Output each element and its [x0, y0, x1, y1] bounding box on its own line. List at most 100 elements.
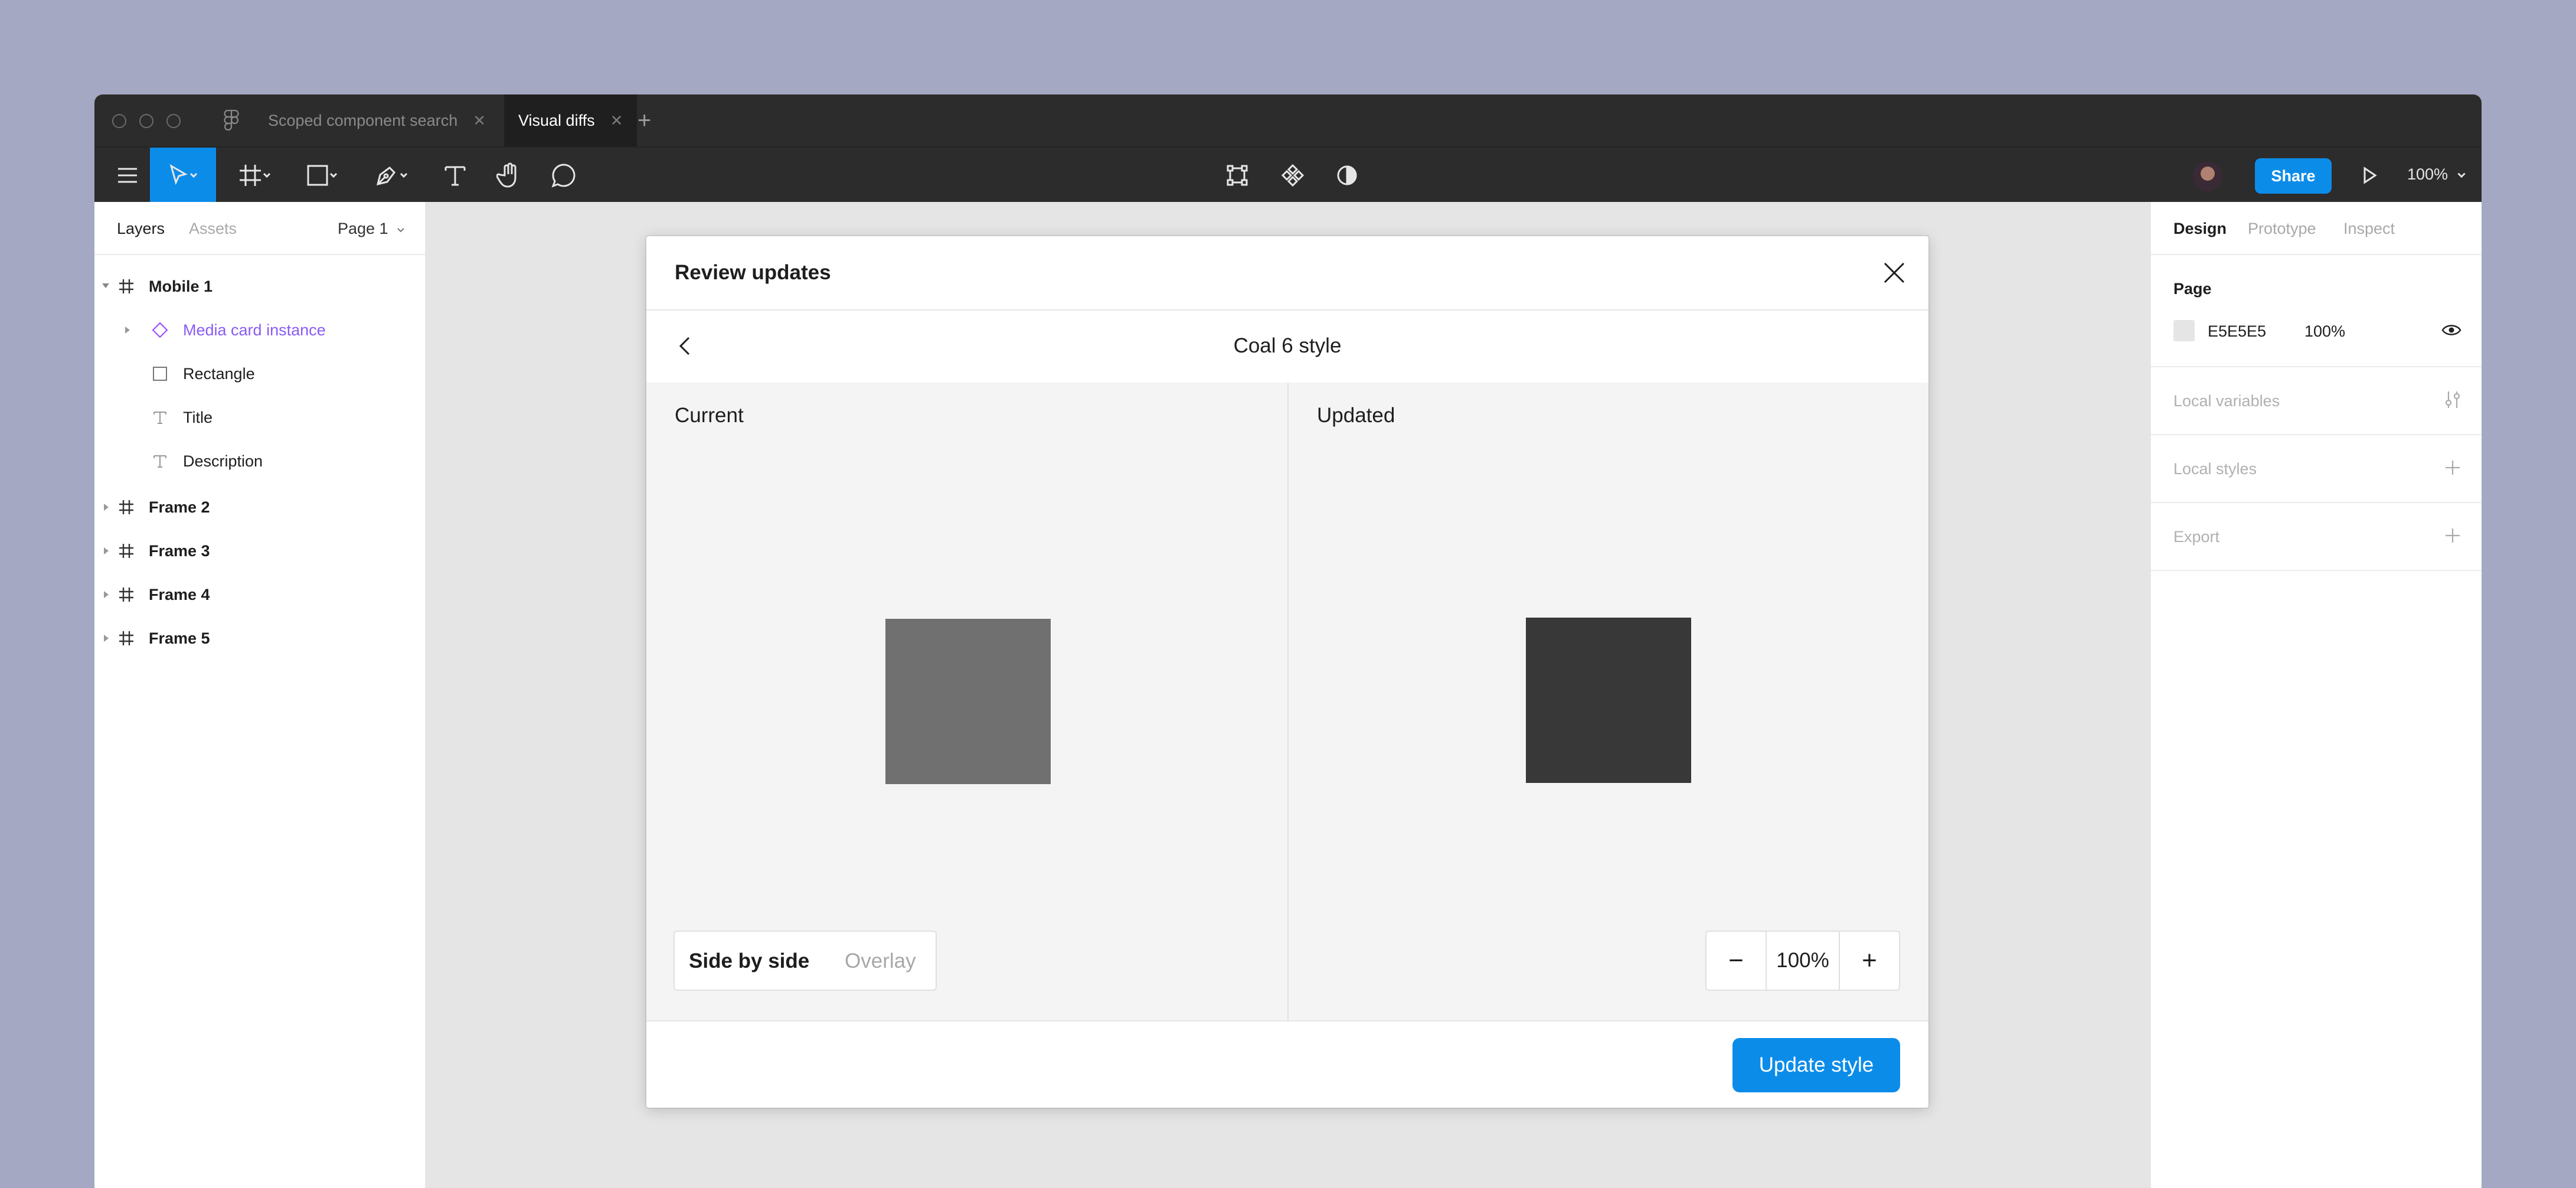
layer-title[interactable]: Title: [94, 396, 425, 439]
tab-close-icon[interactable]: ✕: [473, 112, 486, 130]
layers-panel: Layers Assets Page 1 Mobile 1 Media card…: [94, 202, 426, 1188]
component-props-button[interactable]: [1214, 148, 1261, 203]
updated-label: Updated: [1317, 404, 1395, 427]
layer-label: Frame 2: [149, 498, 210, 516]
updated-pane: Updated: [1289, 383, 1928, 1020]
tab-assets[interactable]: Assets: [189, 220, 237, 238]
overlay-option[interactable]: Overlay: [845, 949, 916, 973]
cursor-icon: [169, 164, 188, 185]
title-bar: Scoped component search ✕ Visual diffs ✕…: [94, 94, 2482, 146]
view-mode-toggle: Side by side Overlay: [674, 931, 937, 991]
layer-mobile-1[interactable]: Mobile 1: [94, 265, 425, 308]
tab-prototype[interactable]: Prototype: [2248, 220, 2316, 238]
expand-caret-right-icon[interactable]: [103, 503, 110, 511]
zoom-control: − 100% +: [1705, 931, 1900, 991]
shape-tool-button[interactable]: [292, 148, 353, 203]
text-icon: [444, 166, 466, 186]
expand-caret-down-icon[interactable]: [102, 282, 110, 289]
style-name: Coal 6 style: [1233, 334, 1342, 357]
left-panel-tabs: Layers Assets Page 1: [94, 202, 425, 255]
layer-label: Mobile 1: [149, 277, 213, 295]
layer-label: Title: [183, 408, 213, 426]
add-plus-icon[interactable]: [2444, 459, 2461, 476]
present-play-button[interactable]: [2349, 148, 2391, 203]
window-maximize-control[interactable]: [166, 114, 181, 128]
expand-caret-right-icon[interactable]: [103, 547, 110, 555]
layer-frame-4[interactable]: Frame 4: [94, 573, 425, 616]
current-swatch: [885, 619, 1051, 784]
page-color-swatch[interactable]: [2173, 320, 2195, 341]
tab-inspect[interactable]: Inspect: [2343, 220, 2395, 238]
layer-description[interactable]: Description: [94, 439, 425, 483]
close-icon[interactable]: [1881, 260, 1907, 286]
local-styles-title: Local styles: [2173, 460, 2257, 478]
main-menu-icon[interactable]: [105, 148, 150, 203]
tab-layers[interactable]: Layers: [117, 220, 165, 238]
rectangle-icon: [307, 165, 328, 186]
contrast-icon: [1337, 165, 1357, 185]
chevron-down-icon: [329, 172, 338, 178]
page-section: Page E5E5E5 100%: [2151, 255, 2482, 367]
pen-icon: [376, 167, 395, 186]
component-diamond-icon: [1281, 164, 1305, 187]
local-variables-title: Local variables: [2173, 392, 2280, 410]
zoom-menu[interactable]: 100%: [2407, 165, 2467, 184]
zoom-in-button[interactable]: +: [1840, 932, 1899, 990]
expand-caret-right-icon[interactable]: [103, 634, 110, 642]
eye-icon[interactable]: [2441, 322, 2461, 338]
theme-contrast-button[interactable]: [1323, 148, 1371, 203]
window-minimize-control[interactable]: [139, 114, 153, 128]
text-tool-button[interactable]: [430, 148, 480, 203]
chevron-down-icon: [263, 172, 271, 178]
rectangle-icon: [153, 367, 167, 381]
toolbar: Share 100%: [94, 146, 2482, 203]
page-color-opacity[interactable]: 100%: [2304, 322, 2345, 341]
figma-logo-icon[interactable]: [221, 110, 242, 131]
variables-sliders-icon[interactable]: [2443, 390, 2463, 410]
zoom-out-button[interactable]: −: [1707, 932, 1766, 990]
layer-label: Description: [183, 452, 263, 470]
frame-tool-button[interactable]: [224, 148, 286, 203]
page-section-title: Page: [2173, 280, 2212, 298]
layer-media-card-instance[interactable]: Media card instance: [94, 308, 425, 352]
add-plus-icon[interactable]: [2444, 527, 2461, 544]
tab-design[interactable]: Design: [2173, 220, 2227, 238]
move-tool-button[interactable]: [150, 148, 216, 203]
window-close-control[interactable]: [112, 114, 126, 128]
modal-header: Review updates: [646, 236, 1928, 311]
tab-scoped-component-search[interactable]: Scoped component search ✕: [254, 94, 500, 146]
pen-tool-button[interactable]: [359, 148, 424, 203]
tab-label: Scoped component search: [268, 111, 458, 129]
tab-visual-diffs[interactable]: Visual diffs ✕: [504, 94, 638, 146]
layer-rectangle[interactable]: Rectangle: [94, 352, 425, 396]
expand-caret-right-icon[interactable]: [124, 326, 131, 334]
share-button[interactable]: Share: [2255, 158, 2332, 194]
design-panel: Design Prototype Inspect Page E5E5E5 100…: [2150, 202, 2482, 1188]
layer-label: Frame 5: [149, 629, 210, 647]
layer-frame-2[interactable]: Frame 2: [94, 485, 425, 529]
side-by-side-option[interactable]: Side by side: [689, 949, 809, 973]
components-button[interactable]: [1269, 148, 1316, 203]
layer-frame-3[interactable]: Frame 3: [94, 529, 425, 573]
current-label: Current: [675, 404, 744, 427]
expand-caret-right-icon[interactable]: [103, 590, 110, 599]
new-tab-plus-icon[interactable]: +: [638, 107, 651, 134]
chevron-down-icon: [189, 172, 198, 178]
comment-tool-button[interactable]: [538, 148, 589, 203]
page-color-hex[interactable]: E5E5E5: [2208, 322, 2266, 341]
chevron-down-icon: [2457, 172, 2466, 178]
zoom-value: 100%: [1766, 932, 1840, 990]
user-avatar[interactable]: [2193, 162, 2222, 191]
local-variables-section: Local variables: [2151, 367, 2482, 435]
tab-close-icon[interactable]: ✕: [610, 112, 623, 130]
page-selector[interactable]: Page 1: [338, 220, 406, 238]
layer-frame-5[interactable]: Frame 5: [94, 616, 425, 660]
layer-label: Rectangle: [183, 364, 255, 383]
hand-tool-button[interactable]: [484, 148, 535, 203]
zoom-value: 100%: [2407, 165, 2448, 183]
frame-icon: [119, 631, 133, 645]
modal-footer: Update style: [646, 1020, 1928, 1108]
text-icon: [153, 455, 166, 468]
update-style-button[interactable]: Update style: [1732, 1038, 1900, 1092]
review-updates-modal: Review updates Coal 6 style Current Upda…: [646, 236, 1928, 1108]
